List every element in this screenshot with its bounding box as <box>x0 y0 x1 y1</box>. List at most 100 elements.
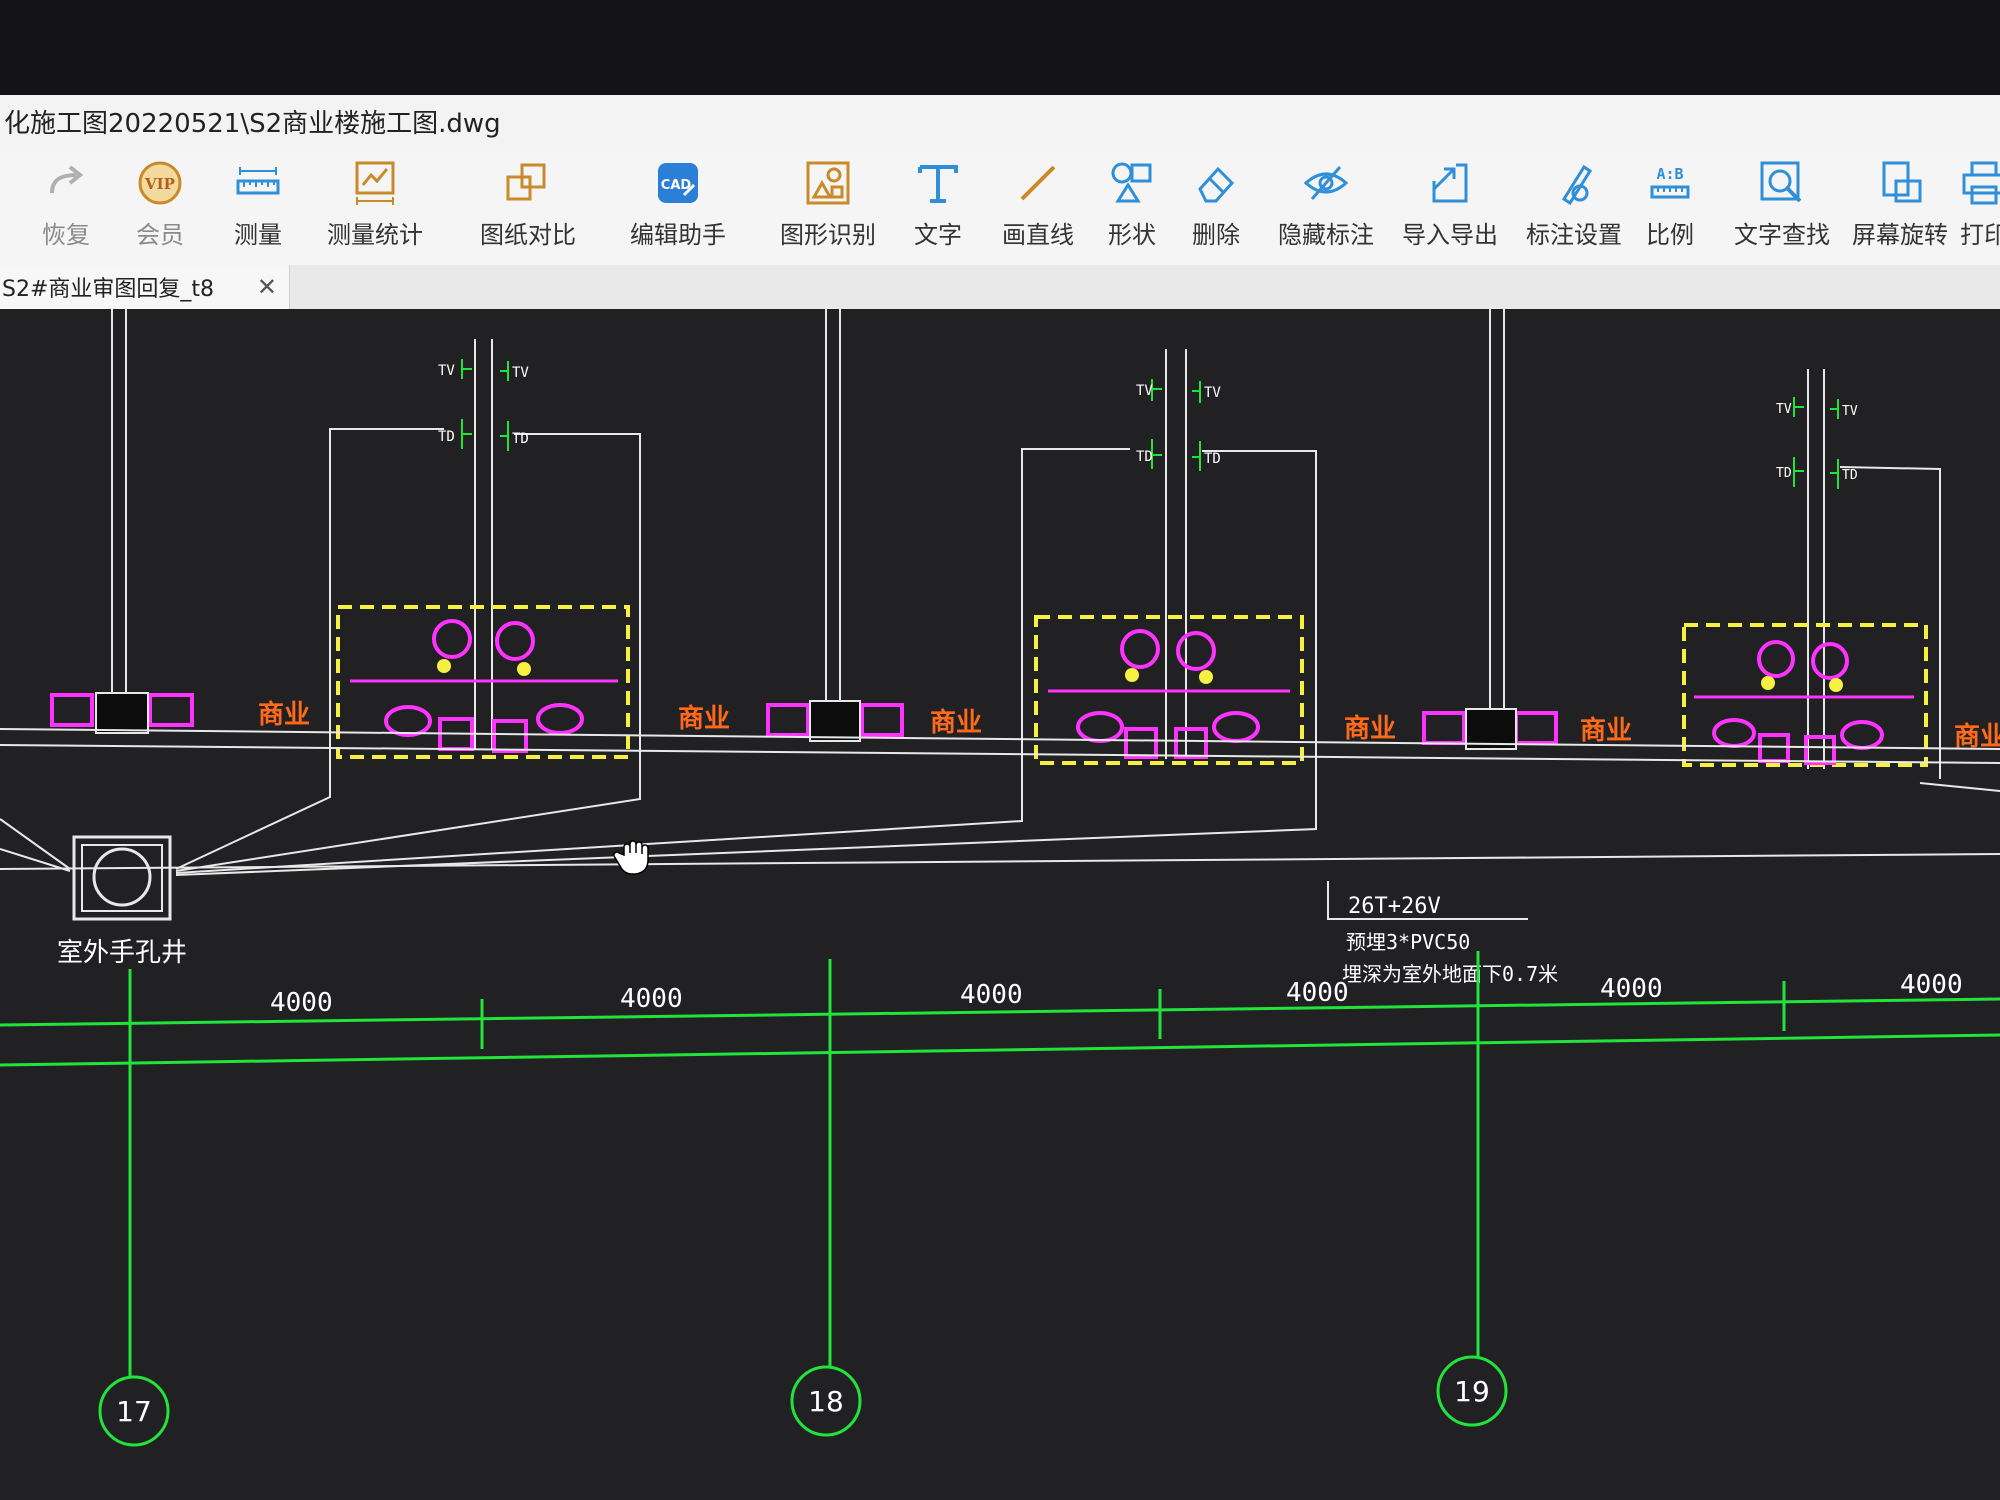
text-label: 文字 <box>914 221 962 249</box>
delete-button[interactable]: 删除 <box>1192 159 1240 259</box>
td-tag: TD <box>512 431 529 447</box>
bathroom-block-2 <box>1021 349 1317 799</box>
axis-number: 18 <box>808 1385 844 1418</box>
document-tab-label: S2#商业审图回复_t8 <box>2 277 215 302</box>
app-root: 化施工图20220521\S2商业楼施工图.dwg 恢复 VIP 会员 测量 测… <box>0 0 2000 1500</box>
redo-label: 恢复 <box>42 221 90 249</box>
shapes-button[interactable]: 形状 <box>1108 159 1156 259</box>
import-export-button[interactable]: 导入导出 <box>1402 159 1498 259</box>
measure-label: 测量 <box>234 221 282 249</box>
draw-line-label: 画直线 <box>1002 221 1074 249</box>
svg-text:VIP: VIP <box>144 175 175 193</box>
measure-stats-button[interactable]: 测量统计 <box>327 159 423 259</box>
scale-icon: A:B <box>1650 165 1690 199</box>
close-tab-icon[interactable]: ✕ <box>257 273 277 301</box>
shape-recognize-label: 图形识别 <box>780 221 876 249</box>
toolbar: 恢复 VIP 会员 测量 测量统计 图纸对比 CAD 编辑助手 图形识别 文字 … <box>0 153 2000 266</box>
cable-note: 26T+26V 预埋3*PVC50 埋深为室外地面下0.7米 <box>1327 881 1558 986</box>
measure-stats-label: 测量统计 <box>327 221 423 249</box>
annotation-settings-button[interactable]: 标注设置 <box>1526 159 1622 259</box>
hide-annotation-label: 隐藏标注 <box>1278 221 1374 249</box>
redo-button[interactable]: 恢复 <box>42 159 90 259</box>
zone-label: 商业 <box>258 699 310 730</box>
exterior-wall <box>0 728 2000 870</box>
compare-icon <box>506 163 546 201</box>
document-tab-bar: S2#商业审图回复_t8 ✕ <box>0 265 2000 309</box>
text-search-button[interactable]: 文字查找 <box>1734 159 1830 259</box>
monitor-bezel <box>0 0 2000 95</box>
dimension-label: 4000 <box>1600 974 1663 1004</box>
compare-button[interactable]: 图纸对比 <box>480 159 576 259</box>
risers <box>111 309 1505 739</box>
screen-rotate-label: 屏幕旋转 <box>1852 221 1948 249</box>
cad-drawing[interactable]: TV TV TD TD TV TV TD TD TV TV TD TD 商业 商… <box>0 309 2000 1500</box>
dimension-label: 4000 <box>620 984 683 1014</box>
redo-icon <box>50 165 84 194</box>
text-button[interactable]: 文字 <box>914 159 962 259</box>
compare-label: 图纸对比 <box>480 221 576 249</box>
shapes-label: 形状 <box>1108 221 1156 249</box>
td-tag: TD <box>1204 451 1221 467</box>
title-bar: 化施工图20220521\S2商业楼施工图.dwg <box>0 95 2000 153</box>
edit-assistant-label: 编辑助手 <box>630 221 726 249</box>
vip-button[interactable]: VIP 会员 <box>136 159 184 259</box>
zone-label: 商业 <box>678 703 730 734</box>
draw-line-icon <box>1020 165 1056 201</box>
edit-assistant-button[interactable]: CAD 编辑助手 <box>630 159 726 259</box>
td-tag: TD <box>438 429 455 445</box>
svg-text:A:B: A:B <box>1656 165 1683 183</box>
text-search-icon <box>1760 161 1802 203</box>
shapes-icon <box>1111 162 1152 203</box>
axis-number: 19 <box>1454 1375 1490 1408</box>
tv-tag: TV <box>1204 385 1221 401</box>
scale-button[interactable]: A:B 比例 <box>1646 159 1694 259</box>
dimension-label: 4000 <box>1900 970 1963 1000</box>
draw-line-button[interactable]: 画直线 <box>1002 159 1074 259</box>
measure-stats-icon <box>355 161 395 205</box>
print-button[interactable]: 打印 <box>1960 159 2000 259</box>
zone-label: 商业 <box>1954 721 2000 752</box>
text-search-label: 文字查找 <box>1734 221 1830 249</box>
print-icon <box>1962 161 2000 205</box>
print-label: 打印 <box>1960 221 2000 249</box>
delete-label: 删除 <box>1192 221 1240 249</box>
td-tag: TD <box>1776 466 1792 481</box>
dimension-label: 4000 <box>960 980 1023 1010</box>
manhole-label: 室外手孔井 <box>57 938 187 968</box>
cad-viewer-window: 化施工图20220521\S2商业楼施工图.dwg 恢复 VIP 会员 测量 测… <box>0 95 2000 1500</box>
hide-annotation-button[interactable]: 隐藏标注 <box>1278 159 1374 259</box>
td-tag: TD <box>1842 468 1858 483</box>
axis-markers: 17 18 19 <box>98 1355 1508 1447</box>
window-title: 化施工图20220521\S2商业楼施工图.dwg <box>4 109 501 139</box>
pipe-tag-labels: TV TV TD TD TV TV TD TD TV TV TD TD <box>438 363 1858 483</box>
bathroom-block-3 <box>1682 369 1941 779</box>
zone-label: 商业 <box>1580 715 1632 746</box>
zone-label: 商业 <box>930 707 982 738</box>
tv-tag: TV <box>1776 402 1792 417</box>
shape-recognize-button[interactable]: 图形识别 <box>780 159 876 259</box>
measure-button[interactable]: 测量 <box>234 159 282 259</box>
cable-note-line2: 预埋3*PVC50 <box>1346 930 1470 954</box>
dimension-label: 4000 <box>1286 978 1349 1008</box>
measure-ruler-icon <box>236 167 280 195</box>
tv-tag: TV <box>1842 404 1858 419</box>
zone-label: 商业 <box>1344 713 1396 744</box>
screen-rotate-icon <box>1882 161 1922 203</box>
cad-edit-icon: CAD <box>658 163 698 203</box>
import-export-label: 导入导出 <box>1402 221 1498 249</box>
annotation-settings-icon <box>1561 164 1593 206</box>
td-tag: TD <box>1136 449 1153 465</box>
drawing-canvas[interactable]: TV TV TD TD TV TV TD TD TV TV TD TD 商业 商… <box>0 309 2000 1500</box>
hide-annotation-icon <box>1303 166 1349 200</box>
document-tab[interactable]: S2#商业审图回复_t8 ✕ <box>0 265 290 309</box>
dimension-label: 4000 <box>270 988 333 1018</box>
vip-icon: VIP <box>138 161 182 205</box>
manhole: 室外手孔井 <box>57 835 187 968</box>
bathroom-block-1 <box>329 339 641 781</box>
scale-label: 比例 <box>1646 221 1694 249</box>
import-export-icon <box>1432 163 1468 203</box>
screen-rotate-button[interactable]: 屏幕旋转 <box>1852 159 1948 259</box>
vip-label: 会员 <box>136 221 184 249</box>
pipe-tags <box>461 359 1839 489</box>
text-icon <box>918 165 958 203</box>
